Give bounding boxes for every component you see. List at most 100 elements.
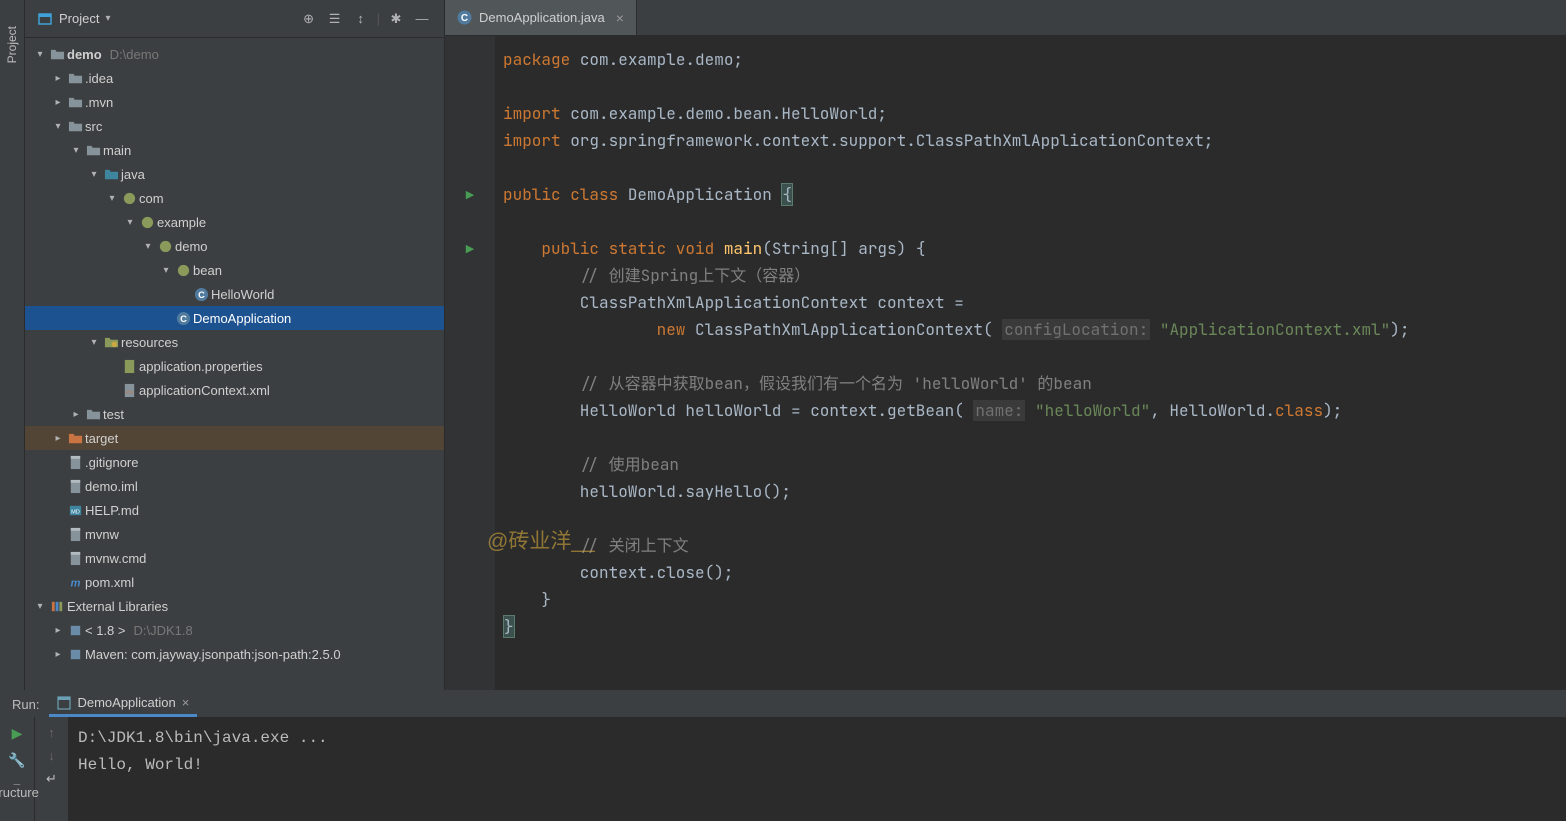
select-opened-file-icon[interactable]: ⊕	[299, 11, 319, 27]
code-line[interactable]: public class DemoApplication {	[503, 181, 1566, 208]
code-line[interactable]	[503, 343, 1566, 370]
code-line[interactable]	[503, 505, 1566, 532]
tree-item--gitignore[interactable]: .gitignore	[25, 450, 444, 474]
code-editor[interactable]: @砖业洋__ package com.example.demo; import …	[495, 36, 1566, 690]
tree-arrow-icon[interactable]	[87, 169, 101, 180]
tree-item-external-libraries[interactable]: External Libraries	[25, 594, 444, 618]
tree-item-application-properties[interactable]: application.properties	[25, 354, 444, 378]
tree-item-mvnw-cmd[interactable]: mvnw.cmd	[25, 546, 444, 570]
tree-arrow-icon[interactable]	[159, 265, 173, 276]
rerun-icon[interactable]: ▶	[12, 725, 23, 742]
tree-item-label: com	[139, 191, 164, 206]
code-line[interactable]: import org.springframework.context.suppo…	[503, 127, 1566, 154]
code-line[interactable]: package com.example.demo;	[503, 46, 1566, 73]
up-icon[interactable]: ↑	[48, 725, 55, 740]
code-line[interactable]: public static void main(String[] args) {	[503, 235, 1566, 262]
tree-item--idea[interactable]: .idea	[25, 66, 444, 90]
dropdown-icon[interactable]: ▾	[105, 13, 110, 24]
tree-item-demo[interactable]: demo	[25, 234, 444, 258]
console-output[interactable]: D:\JDK1.8\bin\java.exe ...Hello, World!	[68, 717, 1566, 821]
tree-item-com[interactable]: com	[25, 186, 444, 210]
code-line[interactable]: // 关闭上下文	[503, 532, 1566, 559]
editor-tab-label: DemoApplication.java	[479, 10, 605, 25]
editor-tab[interactable]: C DemoApplication.java ×	[445, 0, 637, 35]
down-icon[interactable]: ↓	[48, 748, 55, 763]
tree-item-example[interactable]: example	[25, 210, 444, 234]
structure-tool-button[interactable]: Structure	[0, 785, 39, 800]
code-line[interactable]: HelloWorld helloWorld = context.getBean(…	[503, 397, 1566, 424]
tree-item-maven--com-jayway-jsonpath-json-path-2-5-0[interactable]: Maven: com.jayway.jsonpath:json-path:2.5…	[25, 642, 444, 666]
tree-arrow-icon[interactable]	[69, 145, 83, 156]
code-line[interactable]: import com.example.demo.bean.HelloWorld;	[503, 100, 1566, 127]
tree-item-demo-iml[interactable]: demo.iml	[25, 474, 444, 498]
code-line[interactable]	[503, 73, 1566, 100]
run-panel: Run: DemoApplication × ▶ 🔧 ■ ≡ ↑ ↓ ↵ D:\…	[0, 690, 1566, 820]
editor-gutter[interactable]: ▶▶	[445, 36, 495, 690]
code-line[interactable]	[503, 154, 1566, 181]
project-tree[interactable]: demoD:\demo.idea.mvnsrcmainjavacomexampl…	[25, 38, 444, 690]
tree-item-target[interactable]: target	[25, 426, 444, 450]
tree-arrow-icon[interactable]	[51, 625, 65, 636]
run-config-tab[interactable]: DemoApplication ×	[49, 691, 197, 717]
tree-arrow-icon[interactable]	[87, 337, 101, 348]
tree-item--mvn[interactable]: .mvn	[25, 90, 444, 114]
expand-all-icon[interactable]: ☰	[325, 11, 345, 27]
tree-item-help-md[interactable]: MDHELP.md	[25, 498, 444, 522]
tree-arrow-icon[interactable]	[51, 73, 65, 84]
close-icon[interactable]: ×	[616, 10, 624, 26]
tree-item-demoapplication[interactable]: CDemoApplication	[25, 306, 444, 330]
file-icon	[65, 551, 85, 566]
code-line[interactable]: helloWorld.sayHello();	[503, 478, 1566, 505]
class-icon: C	[457, 10, 472, 25]
tree-item-label: applicationContext.xml	[139, 383, 270, 398]
tree-arrow-icon[interactable]	[123, 217, 137, 228]
tree-item-label: Maven: com.jayway.jsonpath:json-path:2.5…	[85, 647, 341, 662]
tree-arrow-icon[interactable]	[69, 409, 83, 420]
tree-item-applicationcontext-xml[interactable]: <>applicationContext.xml	[25, 378, 444, 402]
tree-arrow-icon[interactable]	[105, 193, 119, 204]
tree-item-main[interactable]: main	[25, 138, 444, 162]
code-line[interactable]: // 使用bean	[503, 451, 1566, 478]
folder-icon	[83, 407, 103, 422]
code-line[interactable]: ClassPathXmlApplicationContext context =	[503, 289, 1566, 316]
run-gutter-icon[interactable]: ▶	[466, 242, 474, 255]
file-icon	[65, 527, 85, 542]
debug-config-icon[interactable]: 🔧	[8, 752, 25, 769]
code-line[interactable]: }	[503, 613, 1566, 640]
tree-item-java[interactable]: java	[25, 162, 444, 186]
code-line[interactable]: // 从容器中获取bean，假设我们有一个名为 'helloWorld' 的be…	[503, 370, 1566, 397]
tree-item-helloworld[interactable]: CHelloWorld	[25, 282, 444, 306]
tree-item-path: D:\demo	[110, 47, 159, 62]
run-config-name: DemoApplication	[77, 695, 175, 710]
tree-arrow-icon[interactable]	[51, 121, 65, 132]
tree-item---1-8--[interactable]: < 1.8 >D:\JDK1.8	[25, 618, 444, 642]
project-tool-button[interactable]: Project	[3, 18, 21, 71]
close-icon[interactable]: ×	[182, 695, 190, 710]
tree-item-label: demo.iml	[85, 479, 138, 494]
tree-item-mvnw[interactable]: mvnw	[25, 522, 444, 546]
hide-icon[interactable]: —	[412, 11, 432, 26]
settings-icon[interactable]: ✱	[386, 11, 406, 27]
tree-arrow-icon[interactable]	[141, 241, 155, 252]
tree-item-resources[interactable]: resources	[25, 330, 444, 354]
tree-item-demo[interactable]: demoD:\demo	[25, 42, 444, 66]
soft-wrap-icon[interactable]: ↵	[46, 771, 57, 787]
code-line[interactable]: // 创建Spring上下文（容器）	[503, 262, 1566, 289]
tree-item-label: bean	[193, 263, 222, 278]
code-line[interactable]	[503, 208, 1566, 235]
tree-arrow-icon[interactable]	[33, 49, 47, 60]
tree-item-bean[interactable]: bean	[25, 258, 444, 282]
code-line[interactable]: new ClassPathXmlApplicationContext( conf…	[503, 316, 1566, 343]
run-gutter-icon[interactable]: ▶	[466, 188, 474, 201]
code-line[interactable]: context.close();	[503, 559, 1566, 586]
tree-arrow-icon[interactable]	[33, 601, 47, 612]
tree-arrow-icon[interactable]	[51, 433, 65, 444]
tree-arrow-icon[interactable]	[51, 97, 65, 108]
tree-item-src[interactable]: src	[25, 114, 444, 138]
code-line[interactable]: }	[503, 586, 1566, 613]
code-line[interactable]	[503, 424, 1566, 451]
collapse-all-icon[interactable]: ↕	[351, 11, 371, 26]
tree-arrow-icon[interactable]	[51, 649, 65, 660]
tree-item-test[interactable]: test	[25, 402, 444, 426]
tree-item-pom-xml[interactable]: mpom.xml	[25, 570, 444, 594]
